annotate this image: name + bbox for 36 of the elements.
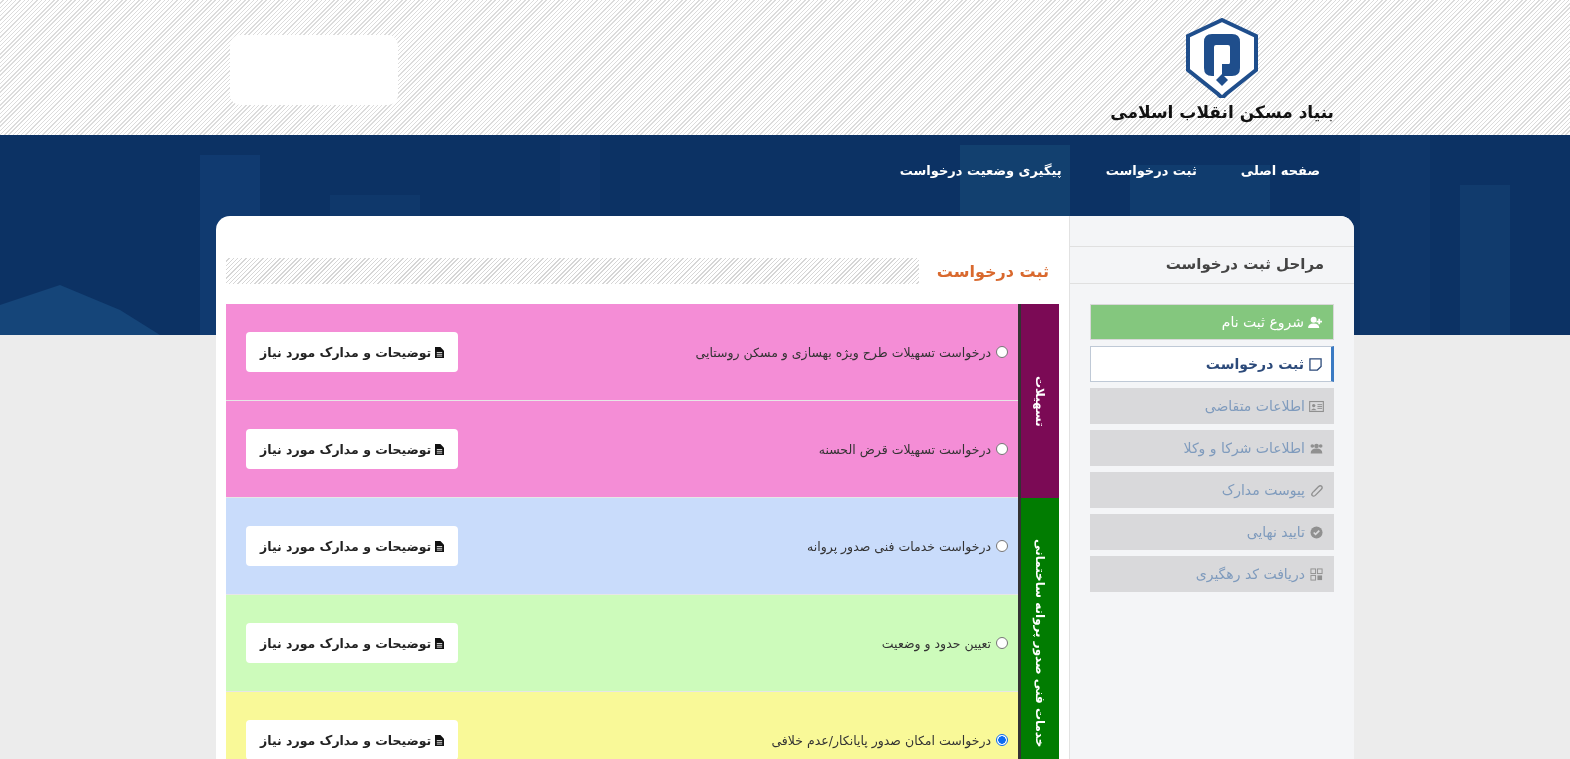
radio-button[interactable] xyxy=(996,734,1008,746)
requirements-button[interactable]: توضیحات و مدارک مورد نیاز xyxy=(246,526,459,566)
note-icon xyxy=(1308,357,1323,371)
radio-button[interactable] xyxy=(996,540,1008,552)
id-card-icon xyxy=(1309,399,1324,413)
check-circle-icon xyxy=(1309,525,1324,539)
step-item[interactable]: ثبت درخواست xyxy=(1090,346,1334,382)
option-label: درخواست تسهیلات طرح ویژه بهسازی و مسکن روستایی xyxy=(695,344,991,360)
users-icon xyxy=(1309,441,1324,455)
radio-button[interactable] xyxy=(996,346,1008,358)
option-label: درخواست خدمات فنی صدور پروانه xyxy=(807,538,991,554)
option-label: تعیین حدود و وضعیت xyxy=(881,635,991,651)
paperclip-icon xyxy=(1309,483,1324,497)
section-title: ثبت درخواست xyxy=(936,261,1050,281)
document-icon xyxy=(435,637,445,649)
option-label: درخواست تسهیلات قرض الحسنه xyxy=(818,441,991,457)
nav-link[interactable]: پیگیری وضعیت درخواست xyxy=(899,163,1062,178)
category-label: خدمات فنی صدور پروانه ساختمانی xyxy=(1018,498,1059,759)
option-label: درخواست امکان صدور پایانکار/عدم خلافی xyxy=(771,732,991,748)
document-icon xyxy=(435,734,445,746)
nav-link[interactable]: ثبت درخواست xyxy=(1105,163,1197,178)
requirements-button[interactable]: توضیحات و مدارک مورد نیاز xyxy=(246,720,459,759)
add-user-icon xyxy=(1308,315,1323,329)
category-label: تسهیلات xyxy=(1018,304,1059,498)
radio-button[interactable] xyxy=(996,443,1008,455)
requirements-button[interactable]: توضیحات و مدارک مورد نیاز xyxy=(246,429,459,469)
document-icon xyxy=(435,540,445,552)
requirements-button[interactable]: توضیحات و مدارک مورد نیاز xyxy=(246,332,459,372)
qr-code-icon xyxy=(1309,567,1324,581)
sidebar-title: مراحل ثبت درخواست xyxy=(1070,246,1354,284)
organization-name: بنیاد مسکن انقلاب اسلامی xyxy=(1110,102,1334,122)
document-icon xyxy=(435,443,445,455)
radio-button[interactable] xyxy=(996,637,1008,649)
document-icon xyxy=(435,346,445,358)
requirements-button[interactable]: توضیحات و مدارک مورد نیاز xyxy=(246,623,459,663)
nav-link[interactable]: صفحه اصلی xyxy=(1240,163,1320,178)
